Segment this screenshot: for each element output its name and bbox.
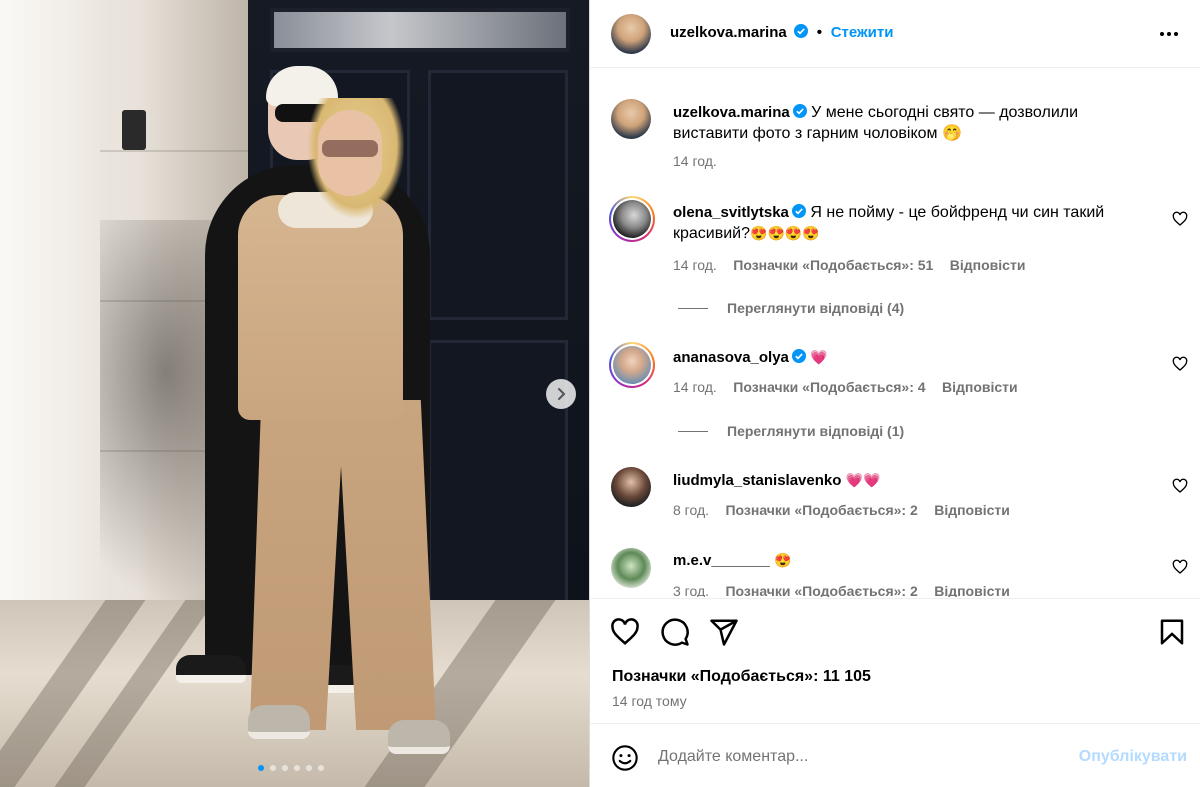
comment-likes[interactable]: Позначки «Подобається»: 4 xyxy=(733,379,925,395)
verified-badge-icon xyxy=(792,104,807,118)
woman-sneaker xyxy=(248,705,310,739)
comment-1: olena_svitlytska Я не пойму - це бойфрен… xyxy=(673,202,1153,244)
carousel-dot[interactable] xyxy=(294,765,300,771)
post-side-panel: uzelkova.marina • Стежити uzelkova.marin… xyxy=(589,0,1200,787)
comment-username[interactable]: olena_svitlytska xyxy=(673,204,789,221)
comment-time: 8 год. xyxy=(673,502,710,518)
comment-emojis: 💗 xyxy=(810,349,828,365)
comment-icon[interactable] xyxy=(660,617,690,647)
caption-username[interactable]: uzelkova.marina xyxy=(673,104,790,121)
verified-badge-icon xyxy=(791,349,806,363)
view-replies-button[interactable]: Переглянути відповіді (4) xyxy=(727,300,904,316)
comment-time: 14 год. xyxy=(673,379,717,395)
view-replies-button[interactable]: Переглянути відповіді (1) xyxy=(727,423,904,439)
comment-like-heart-icon[interactable] xyxy=(1172,356,1188,372)
caption: uzelkova.marina У мене сьогодні свято — … xyxy=(673,102,1173,144)
woman-sneaker xyxy=(388,720,450,754)
comment-username[interactable]: liudmyla_stanislavenko xyxy=(673,472,841,489)
commenter-avatar[interactable] xyxy=(613,346,651,384)
comment-time: 3 год. xyxy=(673,583,710,597)
comment-emojis: 😍 xyxy=(774,552,792,568)
comment-username[interactable]: m.e.v_______ xyxy=(673,552,770,569)
likes-count[interactable]: Позначки «Подобається»: 11 105 xyxy=(612,668,871,686)
share-icon[interactable] xyxy=(709,617,739,647)
comment-username[interactable]: ananasova_olya xyxy=(673,349,789,366)
verified-badge-icon xyxy=(794,24,809,38)
comment-text-line1: Я не пойму - це бойфренд чи син такий xyxy=(810,204,1105,221)
comment-like-heart-icon[interactable] xyxy=(1172,478,1188,494)
caption-time: 14 год. xyxy=(673,153,717,169)
reply-button[interactable]: Відповісти xyxy=(950,257,1026,273)
comment-bar: Додайте коментар... Опублікувати xyxy=(590,723,1200,787)
reply-button[interactable]: Відповісти xyxy=(934,583,1010,597)
door-window xyxy=(270,8,570,52)
chevron-right-icon xyxy=(558,388,566,400)
replies-line xyxy=(678,308,708,309)
commenter-avatar[interactable] xyxy=(611,548,651,588)
carousel-dot[interactable] xyxy=(258,765,264,771)
comment-emojis: 😍😍😍😍 xyxy=(750,225,820,241)
comment-meta: 14 год. Позначки «Подобається»: 4 Відпов… xyxy=(673,379,1018,397)
comment-likes[interactable]: Позначки «Подобається»: 51 xyxy=(733,257,933,273)
post-time[interactable]: 14 год тому xyxy=(612,693,687,709)
comment-emojis: 💗💗 xyxy=(845,472,881,488)
comment-input[interactable]: Додайте коментар... xyxy=(658,748,808,766)
comment-meta: 8 год. Позначки «Подобається»: 2 Відпові… xyxy=(673,502,1010,520)
publish-button[interactable]: Опублікувати xyxy=(1079,748,1187,766)
man-shoe xyxy=(176,655,246,683)
carousel-dot[interactable] xyxy=(306,765,312,771)
reply-button[interactable]: Відповісти xyxy=(942,379,1018,395)
comment-time: 14 год. xyxy=(673,257,717,273)
comment-meta: 3 год. Позначки «Подобається»: 2 Відпові… xyxy=(673,583,1010,597)
commenter-avatar[interactable] xyxy=(613,200,651,238)
comment-2: ananasova_olya 💗 xyxy=(673,347,1153,368)
post-photo[interactable] xyxy=(0,0,589,787)
verified-badge-icon xyxy=(791,204,806,218)
carousel-dot[interactable] xyxy=(270,765,276,771)
reply-button[interactable]: Відповісти xyxy=(934,502,1010,518)
caption-text-line1: У мене сьогодні свято — дозволили xyxy=(811,104,1079,121)
post-header: uzelkova.marina • Стежити xyxy=(590,0,1200,68)
caption-author-avatar[interactable] xyxy=(611,99,651,139)
comment-meta: 14 год. Позначки «Подобається»: 51 Відпо… xyxy=(673,257,1025,275)
header-separator: • xyxy=(816,24,823,41)
comment-like-heart-icon[interactable] xyxy=(1172,559,1188,575)
woman-coat xyxy=(238,195,403,420)
follow-button[interactable]: Стежити xyxy=(831,24,894,41)
photo-pillar xyxy=(0,0,100,610)
comment-text-line2: красивий? xyxy=(673,225,751,242)
commenter-avatar[interactable] xyxy=(611,467,651,507)
replies-line xyxy=(678,431,708,432)
wall-lamp xyxy=(122,110,146,150)
carousel-dot[interactable] xyxy=(318,765,324,771)
door-panel xyxy=(428,340,568,630)
bookmark-icon[interactable] xyxy=(1157,617,1187,647)
comment-3: liudmyla_stanislavenko 💗💗 xyxy=(673,470,1153,491)
comment-4: m.e.v_______ 😍 xyxy=(673,550,1153,571)
comment-likes[interactable]: Позначки «Подобається»: 2 xyxy=(725,583,917,597)
carousel-indicator xyxy=(258,765,324,771)
comment-like-heart-icon[interactable] xyxy=(1172,211,1188,227)
author-username[interactable]: uzelkova.marina xyxy=(670,24,787,41)
carousel-dot[interactable] xyxy=(282,765,288,771)
header-line: uzelkova.marina • Стежити xyxy=(670,24,893,42)
emoji-icon[interactable] xyxy=(611,744,639,772)
door-panel xyxy=(428,70,568,320)
author-avatar[interactable] xyxy=(611,14,651,54)
caption-text-line2: виставити фото з гарним чоловіком 🤭 xyxy=(673,125,962,142)
comment-likes[interactable]: Позначки «Подобається»: 2 xyxy=(725,502,917,518)
woman-sunglasses xyxy=(322,140,378,157)
more-options-icon[interactable] xyxy=(1156,22,1182,46)
heart-icon[interactable] xyxy=(610,617,640,647)
carousel-next-button[interactable] xyxy=(546,379,576,409)
